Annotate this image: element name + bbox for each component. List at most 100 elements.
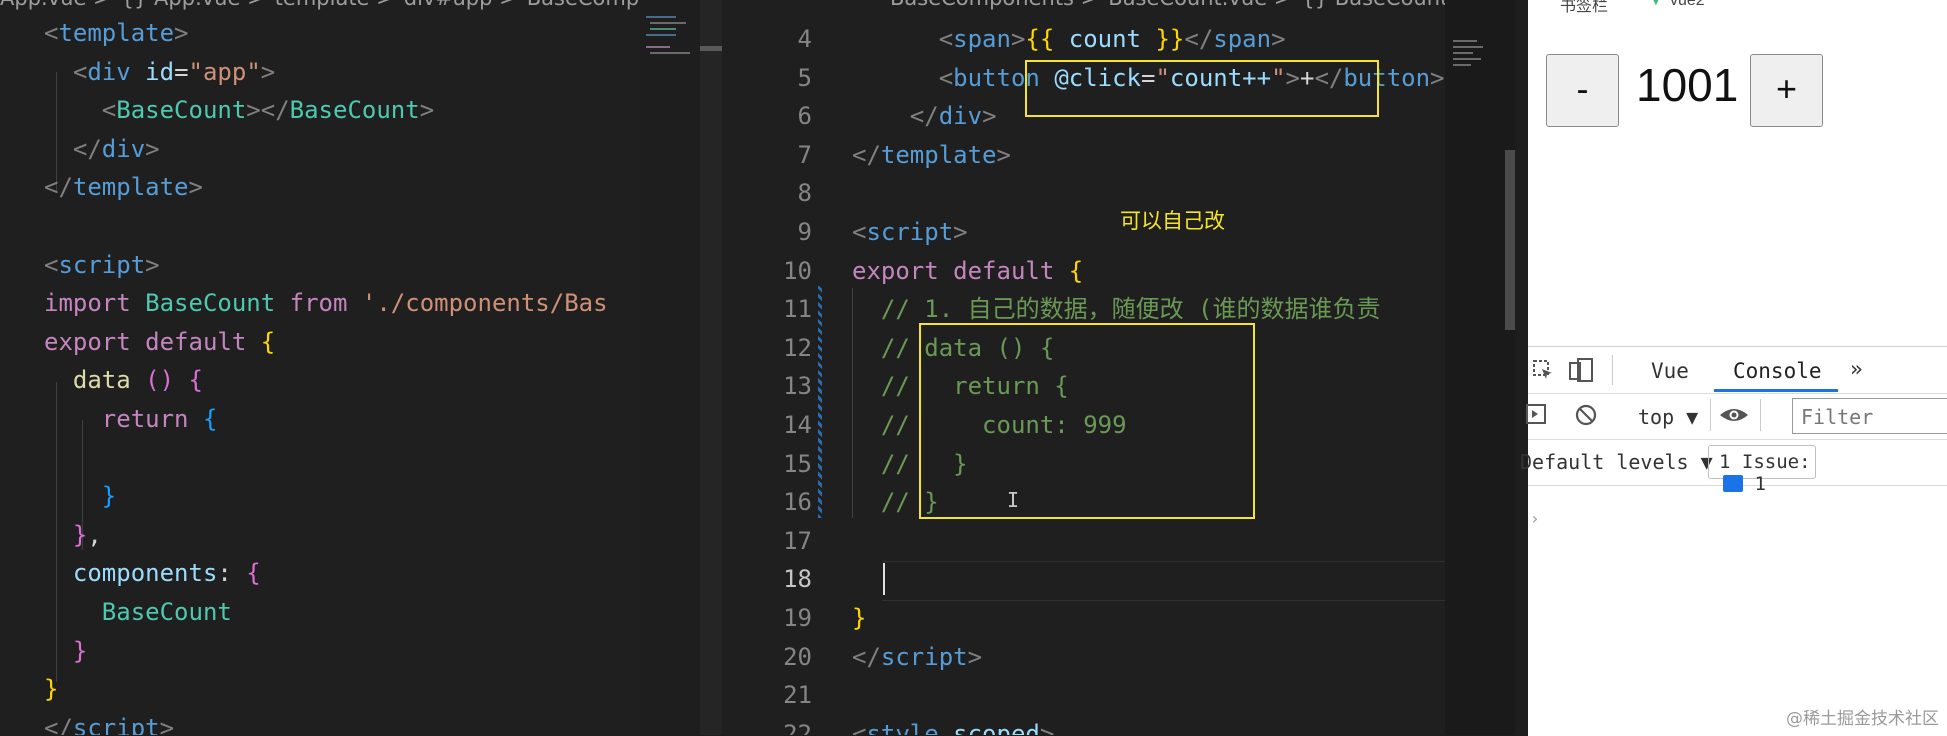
code-line: import BaseCount from './components/Bas (44, 284, 608, 323)
code-token: () { (145, 366, 203, 395)
code-line: components: { (44, 554, 261, 593)
vertical-scrollbar-thumb[interactable] (1505, 150, 1515, 330)
line-number: 22 (783, 719, 812, 735)
count-value: 1001 (1636, 59, 1739, 111)
line-number: 4 (797, 25, 812, 53)
divider (1710, 399, 1711, 431)
text-cursor (883, 563, 885, 595)
breadcrumb-item[interactable]: BaseComponents (527, 0, 640, 10)
log-levels-dropdown[interactable]: Default levels ▼ (1520, 450, 1713, 474)
breadcrumb-item[interactable]: BaseCount.vue > (1108, 0, 1291, 10)
increment-button[interactable]: + (1750, 54, 1823, 127)
code-token: } (44, 520, 88, 549)
code-token: : (217, 559, 247, 588)
code-token: , (87, 520, 102, 549)
breadcrumb-item[interactable]: BaseComponents > (890, 0, 1098, 10)
line-number: 6 (797, 102, 812, 131)
code-token: BaseCount (44, 598, 232, 626)
active-tab-underline (1714, 389, 1838, 392)
code-token: } (44, 636, 88, 665)
more-tabs-button[interactable]: » (1850, 357, 1863, 381)
code-token: }} (1155, 25, 1185, 53)
bookmark-bar-item[interactable]: 书签栏 (1560, 0, 1608, 16)
code-token: template (58, 19, 175, 47)
devtools-tab-bar: Vue Console » (1528, 347, 1947, 394)
left-code-editor[interactable]: App.vue > {} App.vue > template > div#app >… (0, 0, 640, 735)
breadcrumb-item[interactable]: template > (275, 0, 394, 10)
line-number: 12 (783, 333, 812, 362)
breadcrumb-item[interactable]: div#app > (404, 0, 517, 10)
line-number: 15 (783, 449, 812, 478)
breadcrumb-item[interactable]: {} BaseCount.vue > (1301, 0, 1445, 10)
code-token: div (101, 134, 146, 163)
code-token: < (852, 63, 954, 92)
code-line: } (44, 670, 58, 709)
code-token: < (852, 218, 867, 246)
code-token: </ (852, 642, 881, 671)
code-token: </ (852, 102, 939, 131)
code-token: < (44, 96, 117, 125)
code-token: import (44, 289, 146, 318)
code-token: </ (44, 173, 73, 202)
mouse-ibeam-cursor: I (1007, 488, 1020, 512)
breadcrumb-item[interactable]: {} App.vue > (121, 0, 265, 10)
code-token: ></ (246, 96, 290, 125)
tab-console[interactable]: Console (1733, 359, 1822, 383)
code-line: <span>{{ count }}</span> (852, 20, 1286, 59)
breadcrumb-item[interactable]: App.vue > (0, 0, 111, 10)
code-token: div (87, 57, 146, 86)
bookmark-vue2[interactable]: vue2 (1670, 0, 1705, 10)
code-token: </ (852, 140, 881, 169)
scroll-thumb[interactable] (700, 46, 722, 51)
highlight-box-commented-data (919, 323, 1255, 519)
vue-logo-icon: ▼ (1648, 0, 1664, 9)
minimap-preview-right (1453, 40, 1483, 66)
inspect-element-icon[interactable] (1532, 359, 1556, 383)
tab-vue[interactable]: Vue (1651, 359, 1689, 383)
device-toggle-icon[interactable] (1568, 357, 1594, 383)
code-token: components (44, 559, 218, 588)
line-number: 7 (797, 140, 812, 169)
code-token: export default (852, 256, 1069, 285)
console-prompt-icon[interactable]: › (1530, 509, 1540, 528)
code-line: <script> (852, 213, 968, 252)
divider (1612, 355, 1613, 385)
editor-split-scrollbar[interactable] (700, 0, 722, 735)
code-line: BaseCount (44, 593, 232, 632)
code-token: span (953, 25, 1011, 53)
code-token: </ (1184, 25, 1214, 53)
minimap-right[interactable] (1445, 0, 1515, 735)
minimap-left[interactable] (640, 0, 700, 735)
annotation-note: 可以自己改 (1120, 209, 1225, 233)
code-token: > (188, 173, 203, 202)
devtools-panel: Vue Console » top ▼ Filter Default level… (1520, 346, 1947, 736)
context-selector[interactable]: top ▼ (1638, 405, 1698, 429)
code-token: > (996, 140, 1011, 169)
code-token: BaseCount (289, 96, 420, 125)
line-number: 11 (783, 295, 812, 324)
code-token: { (260, 327, 276, 356)
clear-console-icon[interactable] (1574, 403, 1598, 427)
line-number: 16 (783, 488, 812, 517)
code-token: script (58, 250, 146, 279)
decrement-button[interactable]: - (1546, 54, 1619, 127)
live-expression-eye-icon[interactable] (1718, 405, 1750, 425)
code-line: <BaseCount></BaseCount> (44, 91, 434, 130)
issues-button[interactable]: 1 Issue: 1 (1708, 445, 1816, 495)
code-line: } (44, 632, 87, 671)
code-token: = (174, 57, 189, 86)
middle-code-editor[interactable]: BaseComponents > BaseCount.vue > {} BaseCo… (722, 0, 1445, 735)
code-token: > (145, 134, 160, 163)
sidebar-toggle-icon[interactable] (1526, 403, 1548, 427)
console-toolbar: top ▼ Filter (1526, 393, 1947, 440)
code-token: { (246, 559, 261, 588)
line-number: 13 (783, 372, 812, 401)
code-token: {{ (1025, 25, 1055, 53)
code-token: </ (44, 713, 73, 735)
filter-input[interactable]: Filter (1792, 398, 1947, 434)
line-number: 14 (783, 411, 812, 439)
line-number: 17 (783, 526, 812, 555)
code-line: </template> (44, 168, 203, 207)
code-token: span (1213, 25, 1272, 53)
console-levels-bar: Default levels ▼ 1 Issue: 1 (1520, 439, 1947, 495)
